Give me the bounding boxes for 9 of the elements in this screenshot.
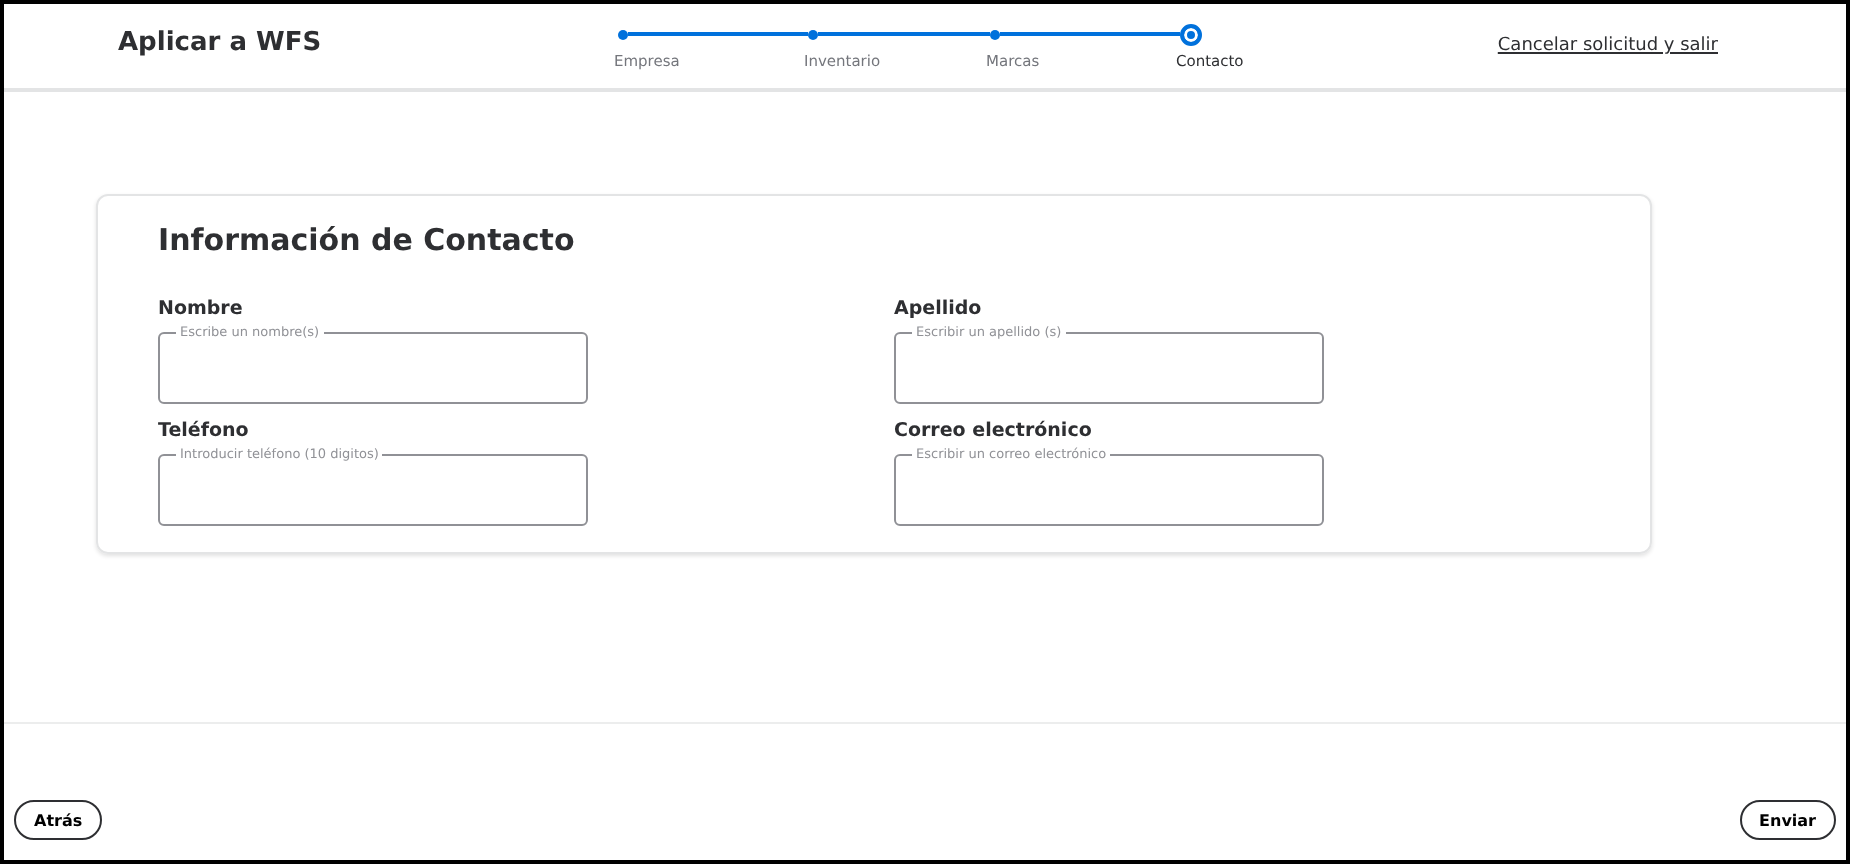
field-label: Teléfono — [158, 420, 251, 442]
cancel-link[interactable]: Cancelar solicitud y salir — [1497, 36, 1718, 56]
form-title: Información de Contacto — [158, 222, 577, 258]
submit-button[interactable]: Enviar — [1739, 800, 1836, 840]
field-label: Correo electrónico — [894, 420, 1094, 442]
field-label: Apellido — [894, 298, 984, 320]
back-button[interactable]: Atrás — [14, 800, 103, 840]
page-title: Aplicar a WFS — [118, 27, 324, 57]
field-label: Nombre — [158, 298, 245, 320]
